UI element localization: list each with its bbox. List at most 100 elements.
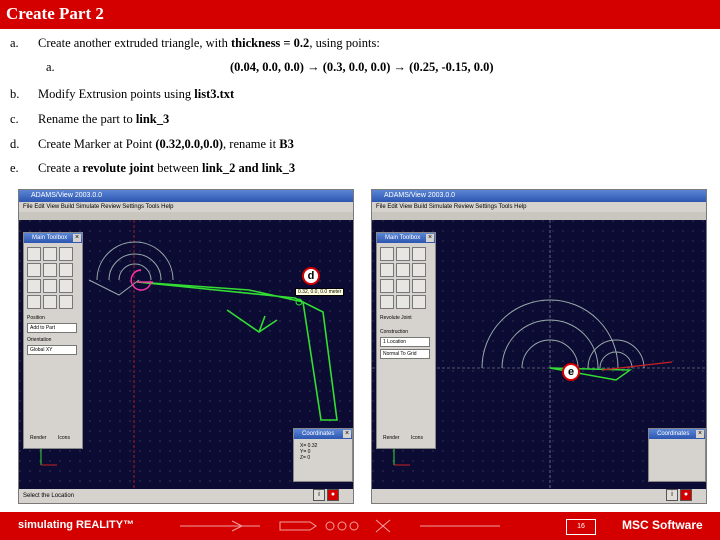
step-label: d. bbox=[10, 137, 20, 151]
simulate-icon[interactable] bbox=[412, 279, 426, 293]
construction-label: Construction bbox=[380, 329, 409, 335]
table-icon[interactable] bbox=[412, 263, 426, 277]
toolbar bbox=[19, 212, 353, 220]
window-title: ADAMS/View 2003.0.0 bbox=[372, 190, 706, 202]
orientation-label: Orientation bbox=[27, 337, 52, 343]
coordinates-window: Coordinates × X= 0.32 Y= 0 Z= 0 bbox=[293, 428, 353, 482]
info-icon[interactable]: i bbox=[666, 489, 678, 501]
step-text-post: between bbox=[154, 161, 202, 175]
left-screenshot: ADAMS/View 2003.0.0 File Edit View Build… bbox=[18, 189, 354, 504]
slide-title: Create Part 2 bbox=[6, 4, 104, 23]
close-icon[interactable]: × bbox=[426, 234, 434, 242]
footer-decoration bbox=[180, 519, 500, 533]
step-text: Create Marker at Point bbox=[38, 137, 156, 151]
rotate-icon[interactable] bbox=[396, 247, 410, 261]
step-text: Rename the part to bbox=[38, 112, 136, 126]
select-icon[interactable] bbox=[27, 247, 41, 261]
close-icon[interactable]: × bbox=[696, 430, 704, 438]
view-icon[interactable] bbox=[396, 295, 410, 309]
step-bold: thickness = 0.2 bbox=[230, 36, 310, 50]
step-text-post: , rename it bbox=[223, 137, 280, 151]
status-bar: Select the Location bbox=[19, 489, 353, 503]
position-label: Position bbox=[27, 315, 45, 321]
point-3: (0.25, -0.15, 0.0) bbox=[409, 60, 494, 74]
step-bold: (0.32,0.0,0.0) bbox=[155, 137, 224, 151]
arrow-icon: → bbox=[393, 60, 407, 74]
icons-button[interactable]: Icons bbox=[58, 435, 70, 441]
close-icon[interactable]: × bbox=[73, 234, 81, 242]
select-icon[interactable] bbox=[380, 247, 394, 261]
coords-title: Coordinates bbox=[302, 431, 335, 437]
joint-icon[interactable] bbox=[27, 279, 41, 293]
step-bold-2: B3 bbox=[279, 137, 294, 151]
render-button[interactable]: Render bbox=[30, 435, 46, 441]
msc-logo: MSC Software bbox=[622, 518, 703, 532]
zoom-icon[interactable] bbox=[380, 295, 394, 309]
rotate-icon[interactable] bbox=[43, 247, 57, 261]
toolbox-title: Main Toolbox bbox=[32, 235, 68, 241]
stop-icon[interactable]: ● bbox=[327, 489, 339, 501]
footer-bar: simulating REALITY™ 16 MSC Software bbox=[0, 512, 720, 540]
orientation-select[interactable]: Global XY bbox=[27, 345, 77, 355]
slide-title-bar: Create Part 2 bbox=[0, 0, 720, 29]
step-text: Modify Extrusion points using bbox=[38, 87, 195, 101]
step-bold-2: link_2 and link_3 bbox=[201, 161, 296, 175]
step-label: c. bbox=[10, 112, 19, 126]
callout-e: e bbox=[562, 363, 580, 381]
arrow-icon: → bbox=[307, 60, 320, 74]
marker-icon[interactable] bbox=[396, 263, 410, 277]
main-toolbox: Main Toolbox × Revolute Joint Constructio… bbox=[376, 232, 436, 449]
step-label: b. bbox=[10, 87, 20, 101]
window-title: ADAMS/View 2003.0.0 bbox=[19, 190, 353, 202]
coord-z: Z= 0 bbox=[300, 455, 311, 461]
points-list: (0.04, 0.0, 0.0) → (0.3, 0.0, 0.0) → (0.… bbox=[230, 60, 494, 75]
text-icon[interactable] bbox=[59, 247, 73, 261]
orientation-select[interactable]: Normal To Grid bbox=[380, 349, 430, 359]
footer-brand: simulating REALITY™ bbox=[18, 519, 135, 531]
force-icon[interactable] bbox=[396, 279, 410, 293]
step-label: a. bbox=[10, 36, 19, 50]
marker-icon[interactable] bbox=[43, 263, 57, 277]
step-label: e. bbox=[10, 161, 19, 175]
step-text: Create a bbox=[38, 161, 83, 175]
force-icon[interactable] bbox=[43, 279, 57, 293]
plot-icon[interactable] bbox=[412, 295, 426, 309]
close-icon[interactable]: × bbox=[343, 430, 351, 438]
toolbar bbox=[372, 212, 706, 220]
main-toolbox: Main Toolbox × Position Add to Part Orien… bbox=[23, 232, 83, 449]
status-text: Select the Location bbox=[23, 493, 75, 499]
step-text: Create another extruded triangle, with bbox=[38, 36, 231, 50]
toolbox-title: Main Toolbox bbox=[385, 235, 421, 241]
render-button[interactable]: Render bbox=[383, 435, 399, 441]
step-bold: revolute joint bbox=[82, 161, 155, 175]
substep-label: a. bbox=[46, 60, 55, 74]
plot-icon[interactable] bbox=[59, 295, 73, 309]
construction-select[interactable]: 1 Location bbox=[380, 337, 430, 347]
link-icon[interactable] bbox=[27, 263, 41, 277]
joint-type-label: Revolute Joint bbox=[380, 315, 412, 321]
table-icon[interactable] bbox=[59, 263, 73, 277]
menu-bar[interactable]: File Edit View Build Simulate Review Set… bbox=[372, 202, 706, 212]
step-bold: link_3 bbox=[135, 112, 170, 126]
text-icon[interactable] bbox=[412, 247, 426, 261]
icons-button[interactable]: Icons bbox=[411, 435, 423, 441]
status-bar bbox=[372, 489, 706, 503]
location-tooltip: 0.32, 0.0, 0.0 meter bbox=[295, 288, 345, 296]
callout-d: d bbox=[302, 267, 320, 285]
simulate-icon[interactable] bbox=[59, 279, 73, 293]
page-number: 16 bbox=[566, 519, 596, 535]
point-2: (0.3, 0.0, 0.0) bbox=[322, 60, 391, 74]
coords-values: X= 0.32 Y= 0 Z= 0 bbox=[300, 443, 317, 461]
coords-title: Coordinates bbox=[657, 431, 690, 437]
coordinates-window: Coordinates × bbox=[648, 428, 706, 482]
step-text-post: , using points: bbox=[309, 36, 380, 50]
stop-icon[interactable]: ● bbox=[680, 489, 692, 501]
zoom-icon[interactable] bbox=[27, 295, 41, 309]
joint-icon[interactable] bbox=[380, 279, 394, 293]
link-icon[interactable] bbox=[380, 263, 394, 277]
step-bold: list3.txt bbox=[194, 87, 235, 101]
info-icon[interactable]: i bbox=[313, 489, 325, 501]
view-icon[interactable] bbox=[43, 295, 57, 309]
position-select[interactable]: Add to Part bbox=[27, 323, 77, 333]
menu-bar[interactable]: File Edit View Build Simulate Review Set… bbox=[19, 202, 353, 212]
